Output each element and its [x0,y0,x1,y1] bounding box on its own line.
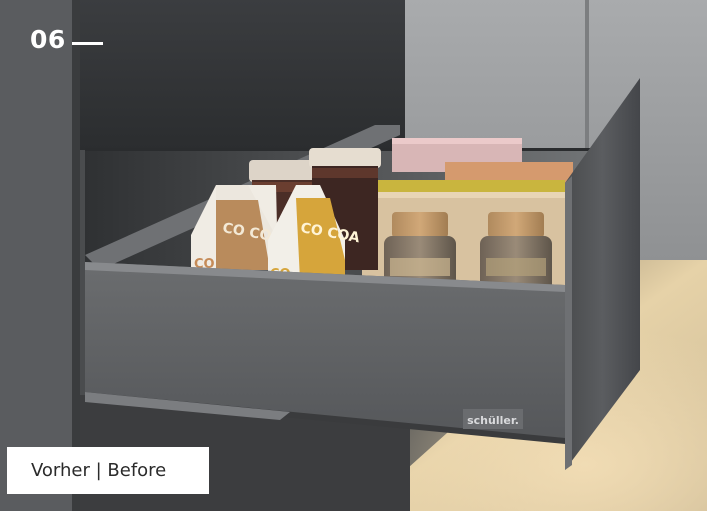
kitchen-drawer-photo: CO COA CO CO COA CO schüller. [0,0,707,511]
photo-stage: CO COA CO CO COA CO schüller. 06 [0,0,707,511]
step-number: 06 [30,25,66,54]
caption-box: Vorher | Before [7,447,209,494]
step-number-rule [72,42,103,45]
brand-plate-text: schüller. [467,414,519,427]
caption-text: Vorher | Before [31,460,167,481]
